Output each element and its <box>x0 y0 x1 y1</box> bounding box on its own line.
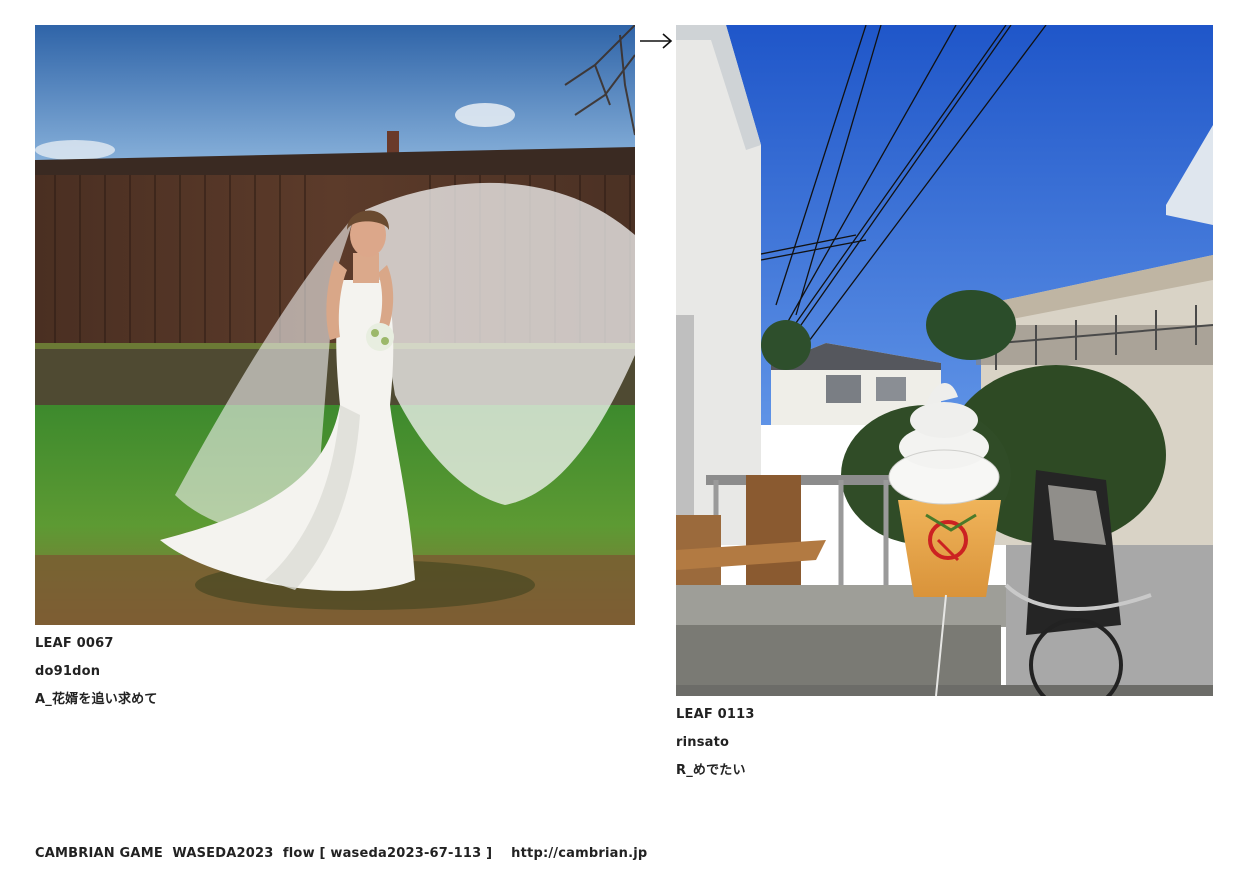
footer: CAMBRIAN GAME WASEDA2023 flow [ waseda20… <box>35 846 647 861</box>
leaf-id-left: LEAF 0067 <box>35 636 114 651</box>
soft-serve-photo-icon <box>676 25 1213 696</box>
leaf-photo-right[interactable] <box>676 25 1213 696</box>
leaf-title-right: R_めでたい <box>676 763 746 778</box>
footer-brand: CAMBRIAN GAME <box>35 846 163 861</box>
footer-flow: flow [ waseda2023-67-113 ] <box>282 846 493 861</box>
footer-event: WASEDA2023 <box>172 846 274 861</box>
leaf-author-right[interactable]: rinsato <box>676 736 729 750</box>
page: LEAF 0067 do91don A_花婿を追い求めて LEAF 0113 r… <box>0 0 1248 878</box>
leaf-title-left: A_花婿を追い求めて <box>35 692 158 707</box>
right-arrow-icon[interactable] <box>639 31 673 51</box>
footer-url-link[interactable]: http://cambrian.jp <box>511 846 647 861</box>
leaf-id-right: LEAF 0113 <box>676 707 755 722</box>
bride-photo-icon <box>35 25 635 625</box>
leaf-photo-left[interactable] <box>35 25 635 625</box>
leaf-author-left[interactable]: do91don <box>35 665 100 679</box>
